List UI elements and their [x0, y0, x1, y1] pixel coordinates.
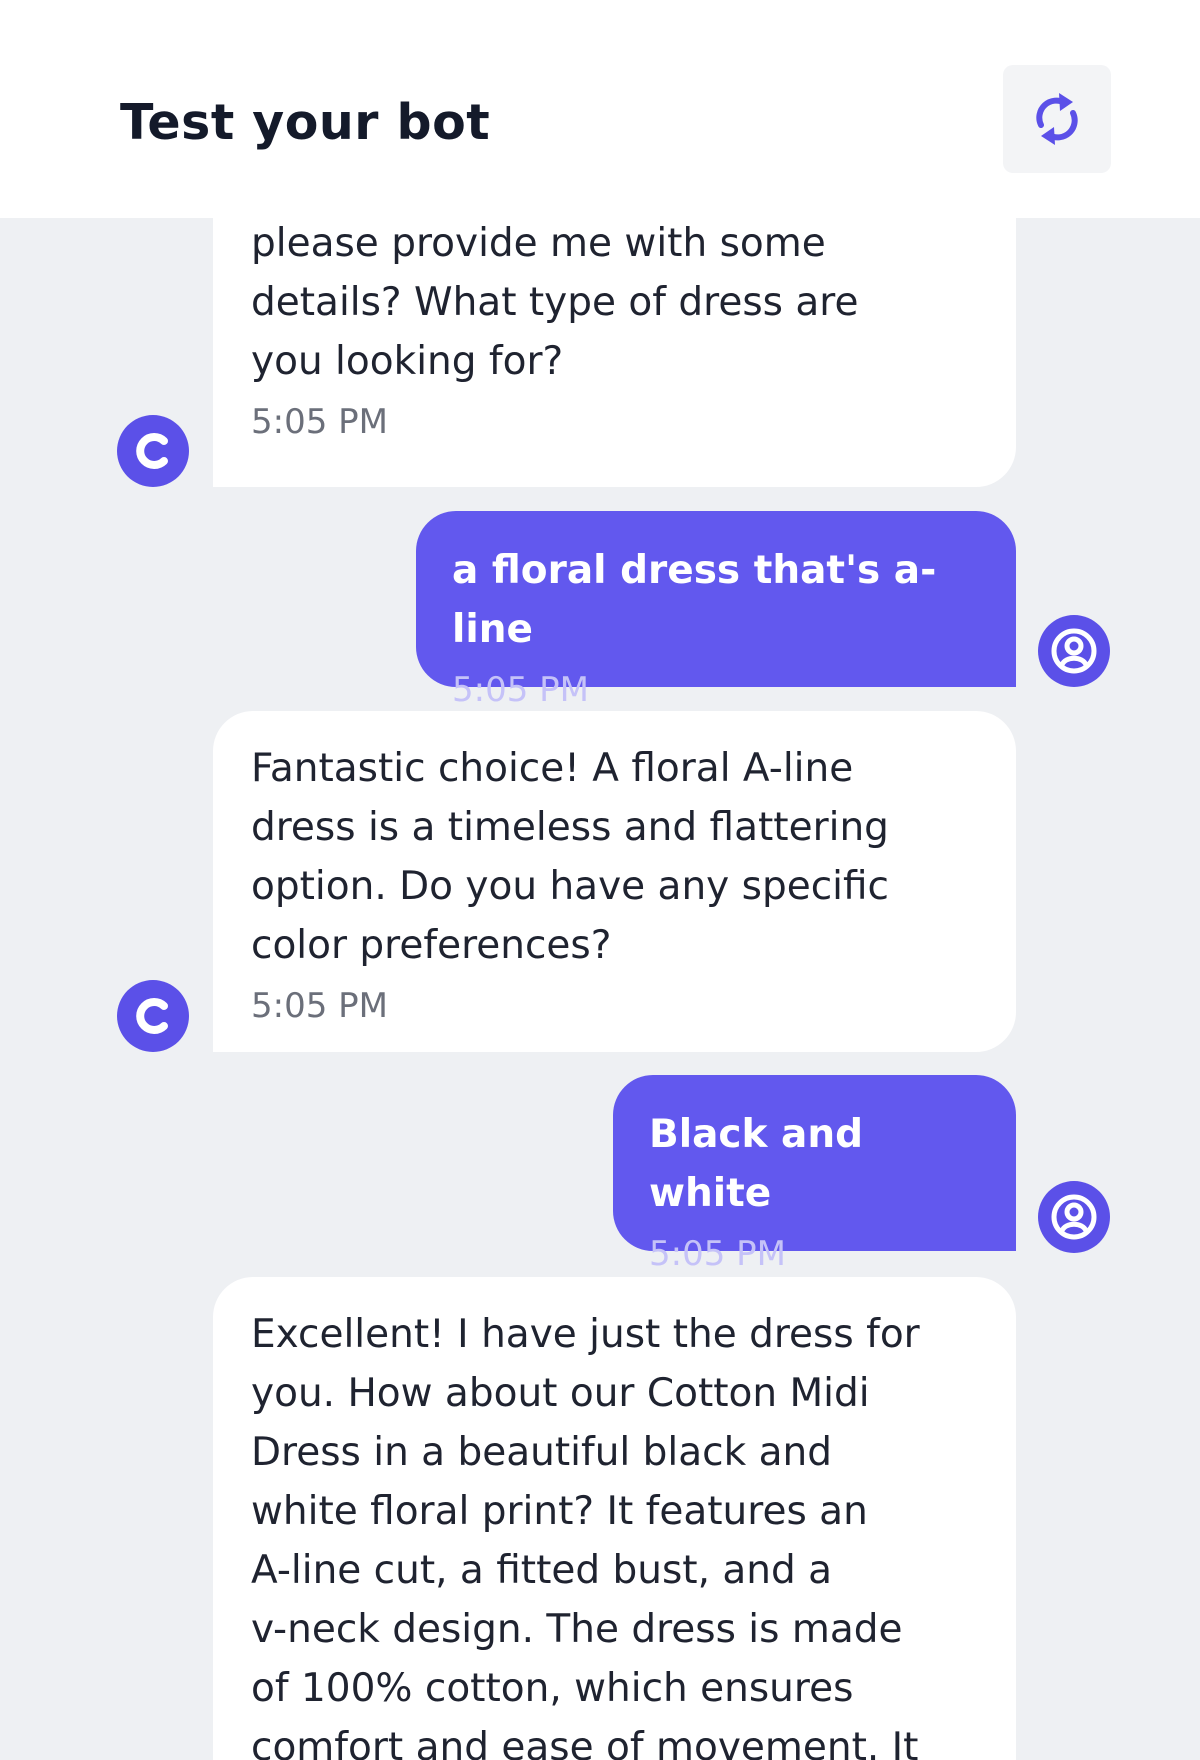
- user-avatar: [1038, 615, 1110, 687]
- message-timestamp: 5:05 PM: [251, 986, 388, 1026]
- refresh-icon: [1036, 93, 1078, 145]
- message-text: a floral dress that's a-line: [452, 548, 937, 652]
- page-title: Test your bot: [120, 94, 491, 151]
- bot-message: Excellent! I have just the dress for you…: [213, 1277, 1016, 1760]
- message-text: Black and white: [649, 1112, 864, 1216]
- refresh-button[interactable]: [1003, 65, 1111, 173]
- message-text: Fantastic choice! A floral A-line dress …: [251, 746, 889, 968]
- chat-window: Test your bot please provide me with som…: [0, 0, 1200, 1760]
- bot-message: Fantastic choice! A floral A-line dress …: [213, 711, 1016, 1052]
- bot-logo-icon: [136, 998, 168, 1034]
- user-icon: [1051, 1194, 1097, 1240]
- message-list[interactable]: please provide me with some details? Wha…: [0, 218, 1200, 1760]
- bot-message: please provide me with some details? Wha…: [213, 218, 1016, 487]
- bot-avatar: [117, 980, 189, 1052]
- bot-logo-icon: [136, 433, 168, 469]
- user-avatar: [1038, 1181, 1110, 1253]
- user-icon: [1051, 628, 1097, 674]
- message-timestamp: 5:05 PM: [649, 1234, 786, 1274]
- message-text: please provide me with some details? Wha…: [251, 221, 859, 384]
- header: Test your bot: [0, 0, 1200, 218]
- message-timestamp: 5:05 PM: [251, 402, 388, 442]
- bot-avatar: [117, 415, 189, 487]
- message-text: Excellent! I have just the dress for you…: [251, 1312, 920, 1760]
- user-message: Black and white 5:05 PM: [613, 1075, 1016, 1274]
- user-message: a floral dress that's a-line 5:05 PM: [416, 511, 1016, 710]
- message-timestamp: 5:05 PM: [452, 670, 589, 710]
